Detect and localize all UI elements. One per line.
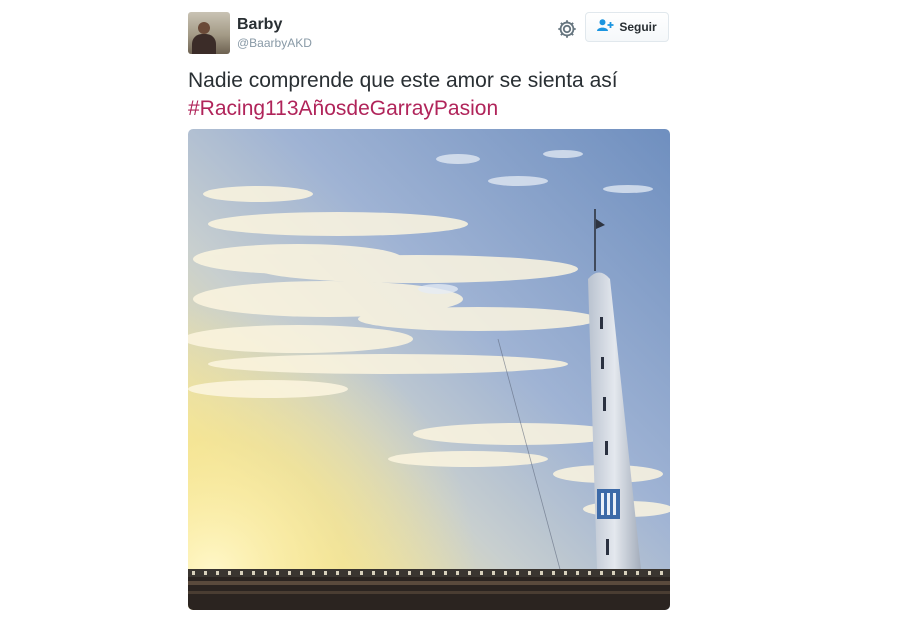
avatar[interactable] [188, 12, 230, 54]
tweet-text: Nadie comprende que este amor se sienta … [188, 67, 670, 123]
stadium-sky-photo [188, 129, 670, 610]
follow-button[interactable]: Seguir [585, 12, 669, 42]
add-person-icon [597, 18, 614, 36]
tweet-photo[interactable] [188, 129, 670, 610]
gear-icon[interactable] [556, 18, 578, 40]
hashtag-link[interactable]: #Racing113AñosdeGarrayPasion [188, 97, 498, 120]
author-display-name[interactable]: Barby [237, 16, 282, 34]
author-handle[interactable]: @BaarbyAKD [237, 36, 312, 50]
follow-button-label: Seguir [619, 20, 657, 34]
tweet-body-text: Nadie comprende que este amor se sienta … [188, 69, 618, 92]
